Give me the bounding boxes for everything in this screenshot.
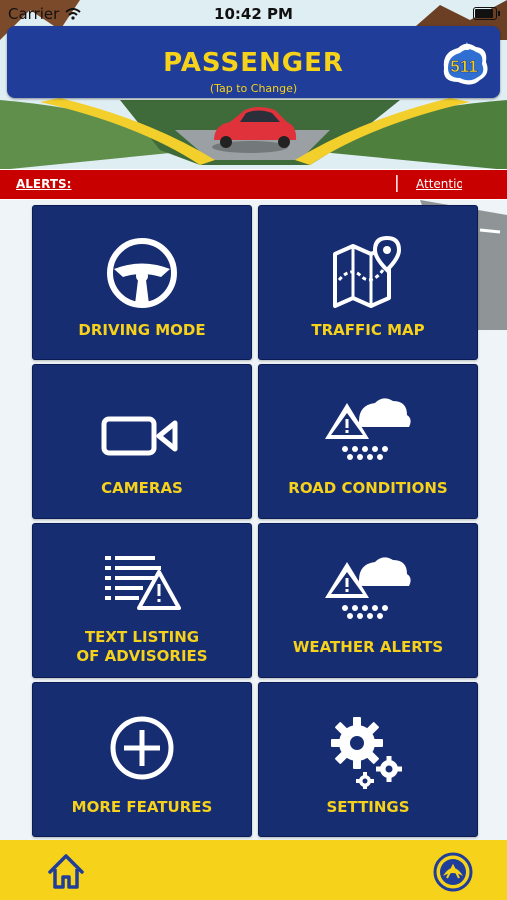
- traffic-map-tile[interactable]: TRAFFIC MAP: [258, 205, 478, 360]
- 511-logo-text: 511: [450, 57, 477, 76]
- travel-mode-title: PASSENGER: [163, 48, 344, 78]
- home-icon[interactable]: [46, 852, 86, 890]
- alerts-label[interactable]: ALERTS:: [16, 177, 71, 191]
- status-bar: Carrier 10:42 PM: [0, 0, 507, 26]
- travel-mode-subtitle: (Tap to Change): [209, 82, 298, 95]
- more-features-tile[interactable]: MORE FEATURES: [32, 682, 252, 837]
- alerts-bar[interactable]: ALERTS: | Attention: [0, 169, 507, 200]
- video-camera-icon: [101, 416, 178, 456]
- more-features-label: MORE FEATURES: [71, 798, 213, 816]
- text-listing-advisories-tile[interactable]: TEXT LISTING OF ADVISORIES: [32, 523, 252, 678]
- road-conditions-label: ROAD CONDITIONS: [288, 479, 448, 497]
- battery-icon: [473, 7, 500, 20]
- cameras-label: CAMERAS: [101, 479, 183, 497]
- main-menu-grid: DRIVING MODE TRAFFIC MAP CAMERAS ROAD CO…: [0, 0, 507, 900]
- text-list-warning-icon: [105, 556, 181, 610]
- driving-mode-label: DRIVING MODE: [78, 321, 206, 339]
- alerts-separator: |: [394, 173, 400, 193]
- travel-mode-banner[interactable]: PASSENGER (Tap to Change) 511: [7, 26, 500, 98]
- steering-wheel-icon: [107, 238, 177, 308]
- weather-alerts-label: WEATHER ALERTS: [292, 638, 444, 656]
- settings-label: SETTINGS: [326, 798, 410, 816]
- road-conditions-tile[interactable]: ROAD CONDITIONS: [258, 364, 478, 519]
- warning-snow-cloud-icon: [325, 398, 411, 460]
- status-time: 10:42 PM: [214, 5, 293, 23]
- plus-circle-icon: [110, 716, 174, 780]
- text-listing-label-line1: TEXT LISTING: [84, 628, 200, 646]
- map-pin-icon: [333, 236, 402, 308]
- settings-tile[interactable]: SETTINGS: [258, 682, 478, 837]
- gears-icon: [331, 717, 402, 789]
- weather-alerts-tile[interactable]: WEATHER ALERTS: [258, 523, 478, 678]
- alerts-ticker-text[interactable]: Attention: [416, 177, 462, 191]
- text-listing-label-line2: OF ADVISORIES: [76, 647, 208, 665]
- 511-logo-icon: 511: [443, 42, 488, 85]
- warning-snow-cloud-icon: [325, 557, 411, 619]
- traffic-map-label: TRAFFIC MAP: [311, 321, 425, 339]
- text-listing-advisories-label: TEXT LISTING OF ADVISORIES: [33, 628, 251, 666]
- agency-seal-icon[interactable]: [433, 852, 473, 892]
- driving-mode-tile[interactable]: DRIVING MODE: [32, 205, 252, 360]
- bottom-toolbar: [0, 840, 507, 900]
- cameras-tile[interactable]: CAMERAS: [32, 364, 252, 519]
